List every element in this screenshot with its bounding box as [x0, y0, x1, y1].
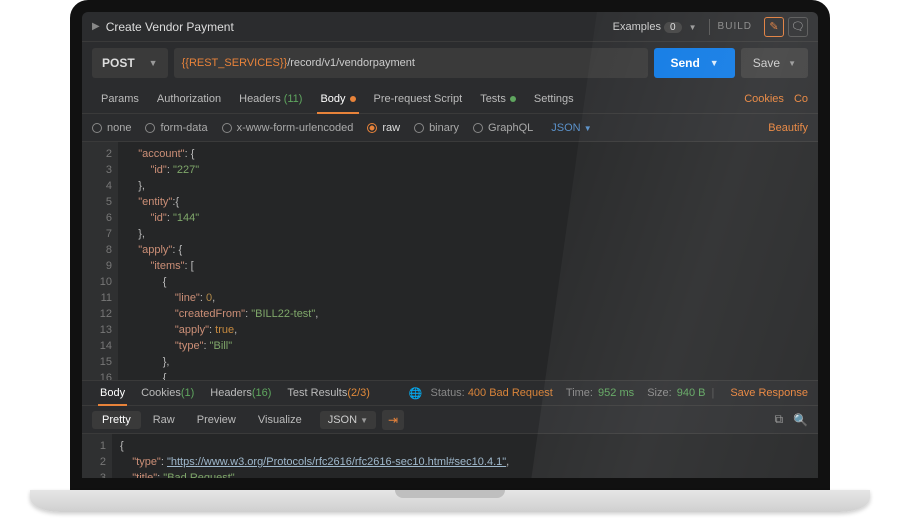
beautify-link[interactable]: Beautify [768, 122, 808, 134]
response-body-editor[interactable]: 12345 { "type": "https://www.w3.org/Prot… [82, 434, 818, 490]
response-tabs: Body Cookies (1) Headers (16) Test Resul… [82, 380, 818, 406]
resp-line-gutter: 12345 [82, 434, 112, 490]
view-visualize[interactable]: Visualize [248, 411, 312, 429]
url-input[interactable]: {{REST_SERVICES}}/record/v1/vendorpaymen… [174, 48, 649, 78]
code-content[interactable]: "account": { "id": "227" }, "entity":{ "… [118, 142, 818, 380]
tab-headers[interactable]: Headers(11) [230, 84, 311, 113]
radio-none[interactable]: none [92, 122, 131, 134]
tab-tests[interactable]: Tests [471, 84, 525, 113]
comment-icon[interactable]: 🗨 [788, 17, 808, 37]
chevron-right-icon: ▶ [92, 21, 100, 32]
copy-icon[interactable]: ⧉ [774, 412, 783, 427]
build-label: BUILD [718, 21, 752, 32]
examples-dropdown[interactable]: Examples 0 ▼ [613, 21, 697, 33]
separator [709, 19, 710, 35]
radio-binary[interactable]: binary [414, 122, 459, 134]
line-gutter: 2345678910111213141516171819202122 [82, 142, 118, 380]
examples-count: 0 [664, 22, 682, 33]
tab-prerequest[interactable]: Pre-request Script [365, 84, 472, 113]
code-link[interactable]: Co [794, 93, 808, 105]
response-type-select[interactable]: JSON ▼ [320, 411, 376, 429]
resp-tab-body[interactable]: Body [92, 381, 133, 405]
resp-tab-testresults[interactable]: Test Results (2/3) [279, 381, 378, 405]
radio-graphql[interactable]: GraphQL [473, 122, 533, 134]
request-header-bar: ▶ Create Vendor Payment Examples 0 ▼ BUI… [82, 12, 818, 42]
save-response-link[interactable]: Save Response [730, 387, 808, 399]
send-button[interactable]: Send▼ [654, 48, 734, 78]
response-view-options: Pretty Raw Preview Visualize JSON ▼ ⇥ ⧉ … [82, 406, 818, 434]
edit-icon[interactable]: ✎ [764, 17, 784, 37]
tab-authorization[interactable]: Authorization [148, 84, 230, 113]
wrap-icon[interactable]: ⇥ [382, 410, 404, 430]
dot-indicator [510, 96, 516, 102]
tab-params[interactable]: Params [92, 84, 148, 113]
tab-settings[interactable]: Settings [525, 84, 583, 113]
request-row: POST▼ {{REST_SERVICES}}/record/v1/vendor… [82, 42, 818, 84]
radio-formdata[interactable]: form-data [145, 122, 207, 134]
resp-code[interactable]: { "type": "https://www.w3.org/Protocols/… [112, 434, 818, 490]
view-pretty[interactable]: Pretty [92, 411, 141, 429]
dot-indicator [350, 96, 356, 102]
resp-tab-headers[interactable]: Headers (16) [202, 381, 279, 405]
cookies-link[interactable]: Cookies [744, 93, 784, 105]
view-raw[interactable]: Raw [143, 411, 185, 429]
resp-tab-cookies[interactable]: Cookies (1) [133, 381, 202, 405]
radio-xwww[interactable]: x-www-form-urlencoded [222, 122, 354, 134]
laptop-base [30, 490, 870, 512]
request-title: Create Vendor Payment [106, 20, 613, 34]
status-line: Status: 400 Bad Request Time: 952 ms Siz… [431, 387, 706, 399]
globe-icon[interactable]: 🌐 [409, 387, 423, 400]
content-type-select[interactable]: JSON ▼ [551, 122, 591, 134]
save-button[interactable]: Save▼ [741, 48, 808, 78]
view-preview[interactable]: Preview [187, 411, 246, 429]
request-tabs: Params Authorization Headers(11) Body Pr… [82, 84, 818, 114]
http-method-select[interactable]: POST▼ [92, 48, 168, 78]
body-type-options: none form-data x-www-form-urlencoded raw… [82, 114, 818, 142]
search-icon[interactable]: 🔍 [793, 413, 808, 427]
radio-raw[interactable]: raw [367, 122, 400, 134]
tab-body[interactable]: Body [311, 84, 364, 113]
request-body-editor[interactable]: 2345678910111213141516171819202122 "acco… [82, 142, 818, 380]
